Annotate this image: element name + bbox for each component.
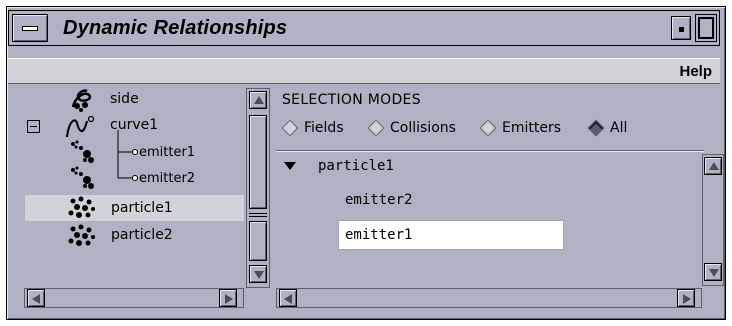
arrow-up-icon — [254, 96, 264, 104]
scroll-up-button[interactable] — [704, 157, 722, 175]
scroll-down-button[interactable] — [704, 263, 722, 281]
arrow-right-icon — [225, 294, 233, 304]
tree-item-label: particle1 — [111, 200, 173, 216]
radio-diamond-icon — [479, 119, 497, 137]
collapse-icon[interactable] — [27, 120, 40, 133]
edit-field-value: emitter1 — [345, 227, 413, 243]
tree-item-emitter1[interactable]: emitter1 — [25, 140, 244, 166]
radio-label: Emitters — [502, 120, 562, 136]
tree-item-particle1[interactable]: particle1 — [25, 195, 244, 221]
scroll-thumb[interactable] — [249, 115, 267, 209]
expand-triangle-icon[interactable] — [284, 162, 296, 170]
arrow-down-icon — [709, 269, 719, 277]
radio-diamond-icon — [367, 119, 385, 137]
scroll-down-button[interactable] — [249, 265, 267, 283]
radio-label: All — [610, 120, 628, 136]
minimize-icon — [679, 27, 684, 32]
radio-fields[interactable]: Fields — [281, 118, 372, 140]
window-menu-button[interactable] — [12, 14, 48, 42]
object-icon — [71, 89, 92, 112]
emitter-icon — [71, 140, 94, 163]
window-title: Dynamic Relationships — [63, 17, 288, 39]
title-bar[interactable]: Dynamic Relationships — [8, 10, 720, 46]
outliner-horizontal-scrollbar[interactable] — [24, 288, 244, 308]
window-menu-icon — [22, 26, 38, 31]
tree-item-side[interactable]: side — [25, 87, 244, 113]
radio-diamond-icon — [281, 119, 299, 137]
scroll-right-button[interactable] — [219, 289, 237, 307]
list-child-item[interactable]: emitter2 — [345, 192, 412, 208]
maximize-button[interactable] — [695, 14, 717, 42]
list-vertical-scrollbar[interactable] — [702, 154, 724, 286]
radio-diamond-selected-icon — [587, 119, 605, 137]
tree-item-label: emitter1 — [139, 145, 196, 160]
tree-item-emitter2[interactable]: emitter2 — [25, 166, 244, 192]
radio-all[interactable]: All — [587, 118, 648, 140]
help-menu[interactable]: Help — [679, 63, 712, 80]
particle-icon — [68, 196, 95, 218]
outliner-vertical-scrollbar[interactable] — [246, 88, 270, 288]
list-item-edit-field[interactable]: emitter1 — [338, 220, 564, 250]
particle-icon — [68, 224, 95, 246]
scroll-right-button[interactable] — [677, 289, 695, 307]
radio-collisions[interactable]: Collisions — [367, 118, 484, 140]
arrow-down-icon — [254, 271, 264, 279]
menu-bar: Help — [8, 58, 720, 84]
tree-item-particle2[interactable]: particle2 — [25, 223, 244, 249]
radio-label: Collisions — [390, 120, 456, 136]
list-parent-item[interactable]: particle1 — [318, 158, 394, 174]
scroll-left-button[interactable] — [279, 289, 297, 307]
curve-icon — [66, 115, 95, 138]
arrow-left-icon — [32, 294, 40, 304]
minimize-button[interactable] — [671, 16, 691, 40]
arrow-up-icon — [709, 162, 719, 170]
arrow-right-icon — [683, 294, 691, 304]
list-horizontal-scrollbar[interactable] — [276, 288, 702, 308]
emitter-icon — [71, 166, 94, 189]
scroll-grip — [249, 213, 267, 217]
selection-modes-heading: SELECTION MODES — [282, 92, 421, 108]
tree-item-label: particle2 — [111, 227, 173, 243]
scroll-up-button[interactable] — [249, 91, 267, 109]
radio-emitters[interactable]: Emitters — [479, 118, 590, 140]
tree-item-label: side — [110, 91, 139, 107]
tree-item-label: emitter2 — [139, 171, 196, 186]
radio-label: Fields — [304, 120, 344, 136]
scroll-left-button[interactable] — [27, 289, 45, 307]
scroll-thumb-lower[interactable] — [249, 221, 267, 261]
maximize-icon — [698, 17, 714, 39]
arrow-left-icon — [284, 294, 292, 304]
